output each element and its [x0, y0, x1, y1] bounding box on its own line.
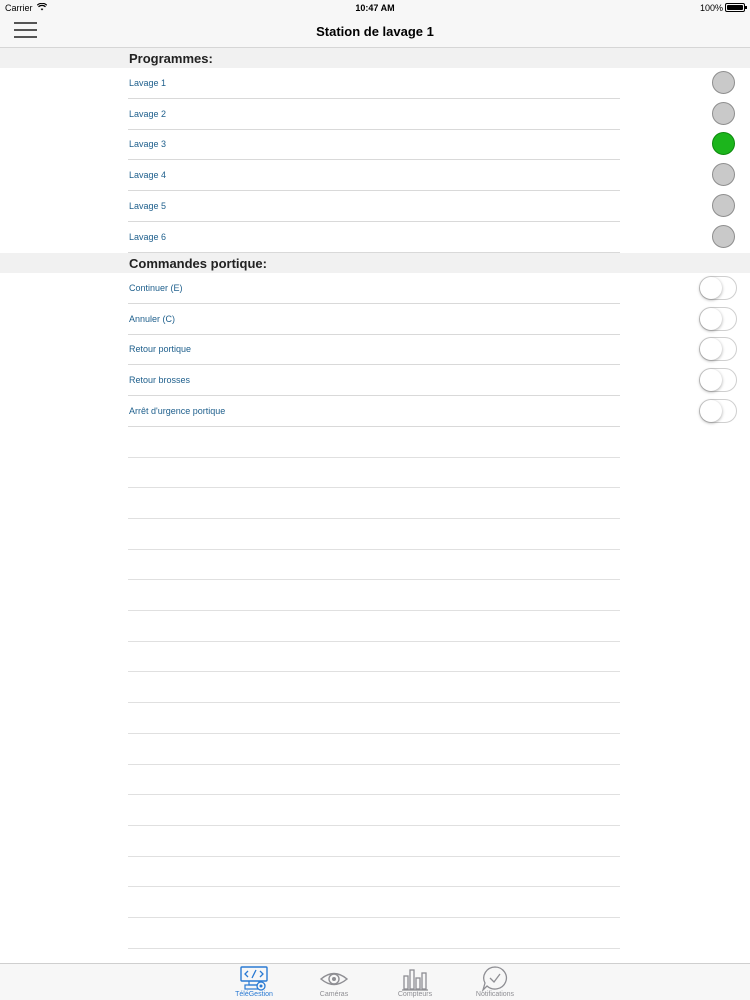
empty-row-separator: [128, 487, 620, 488]
status-bar: Carrier 10:47 AM 100%: [0, 0, 750, 15]
commande-toggle-switch[interactable]: [699, 368, 737, 393]
programme-row[interactable]: Lavage 6: [0, 222, 750, 253]
programme-status-indicator[interactable]: [712, 224, 735, 248]
commande-row: Annuler (C): [0, 304, 750, 335]
row-separator: [128, 425, 620, 427]
commande-label: Arrêt d'urgence portique: [129, 405, 226, 416]
section-header-label: Commandes portique:: [129, 256, 267, 271]
section-header-commandes: Commandes portique:: [0, 253, 750, 273]
commande-row: Continuer (E): [0, 273, 750, 304]
navigation-bar: Station de lavage 1: [0, 15, 750, 48]
commande-label: Retour portique: [129, 344, 192, 355]
toggle-knob: [700, 399, 722, 422]
empty-row-separator: [128, 702, 620, 703]
tab-label: TéléGestion: [235, 991, 273, 998]
section-header-programmes: Programmes:: [0, 48, 750, 68]
commande-toggle-switch[interactable]: [699, 276, 737, 300]
empty-row-separator: [128, 549, 620, 550]
programme-status-indicator[interactable]: [712, 101, 735, 125]
toggle-knob: [700, 307, 722, 330]
programme-label: Lavage 2: [129, 108, 167, 119]
tab-compteurs[interactable]: Compteurs: [380, 964, 450, 1000]
programme-label: Lavage 3: [129, 139, 167, 150]
eye-icon: [320, 972, 348, 986]
programme-row[interactable]: Lavage 5: [0, 191, 750, 222]
empty-row-separator: [128, 917, 620, 918]
commande-label: Annuler (C): [129, 313, 176, 324]
commande-toggle-switch[interactable]: [699, 337, 737, 362]
status-time: 10:47 AM: [355, 3, 395, 13]
programme-label: Lavage 4: [129, 170, 167, 181]
battery-percent: 100%: [699, 3, 723, 13]
programme-status-indicator[interactable]: [712, 132, 735, 156]
commande-row: Arrêt d'urgence portique: [0, 396, 750, 427]
toggle-knob: [700, 277, 722, 299]
battery-icon: [725, 3, 747, 12]
toggle-knob: [700, 338, 722, 361]
commande-row: Retour portique: [0, 334, 750, 366]
empty-row-separator: [128, 518, 620, 519]
toggle-knob: [700, 369, 722, 392]
empty-row-separator: [128, 641, 620, 642]
empty-row-separator: [128, 886, 620, 887]
bar-chart-icon: [402, 969, 428, 991]
empty-row-separator: [128, 579, 620, 580]
tab-notifications[interactable]: Notifications: [460, 964, 530, 1000]
programme-status-indicator[interactable]: [712, 163, 735, 187]
programme-label: Lavage 6: [129, 231, 167, 242]
tab-label: Notifications: [475, 991, 515, 998]
programme-row[interactable]: Lavage 3: [0, 129, 750, 161]
programme-row[interactable]: Lavage 1: [0, 68, 750, 99]
commande-toggle-switch[interactable]: [699, 398, 737, 423]
empty-row-separator: [128, 671, 620, 672]
tab-label: Compteurs: [397, 991, 433, 998]
empty-row-separator: [128, 856, 620, 857]
section-header-label: Programmes:: [129, 51, 213, 66]
programme-status-indicator[interactable]: [712, 71, 735, 94]
commande-row: Retour brosses: [0, 365, 750, 397]
telegestion-icon: [240, 966, 268, 991]
empty-row-separator: [128, 948, 620, 949]
empty-row-separator: [128, 610, 620, 611]
tab-label: Caméras: [319, 991, 349, 998]
empty-row-separator: [128, 794, 620, 795]
programme-row[interactable]: Lavage 2: [0, 99, 750, 130]
empty-row-separator: [128, 825, 620, 826]
programme-label: Lavage 1: [129, 78, 167, 88]
page-title: Station de lavage 1: [316, 24, 434, 39]
programme-label: Lavage 5: [129, 200, 167, 211]
programme-status-indicator[interactable]: [712, 193, 735, 217]
commande-label: Retour brosses: [129, 375, 191, 386]
programme-row[interactable]: Lavage 4: [0, 160, 750, 192]
commande-label: Continuer (E): [129, 283, 183, 293]
commande-toggle-switch[interactable]: [699, 306, 737, 331]
tab-cameras[interactable]: Caméras: [299, 964, 369, 1000]
chat-check-icon: [481, 966, 507, 992]
tab-bar: TéléGestion Caméras Compteurs Notificati…: [0, 963, 750, 1000]
empty-row-separator: [128, 764, 620, 765]
empty-row-separator: [128, 457, 620, 458]
tab-telegestion[interactable]: TéléGestion: [219, 964, 289, 1000]
empty-row-separator: [128, 733, 620, 734]
